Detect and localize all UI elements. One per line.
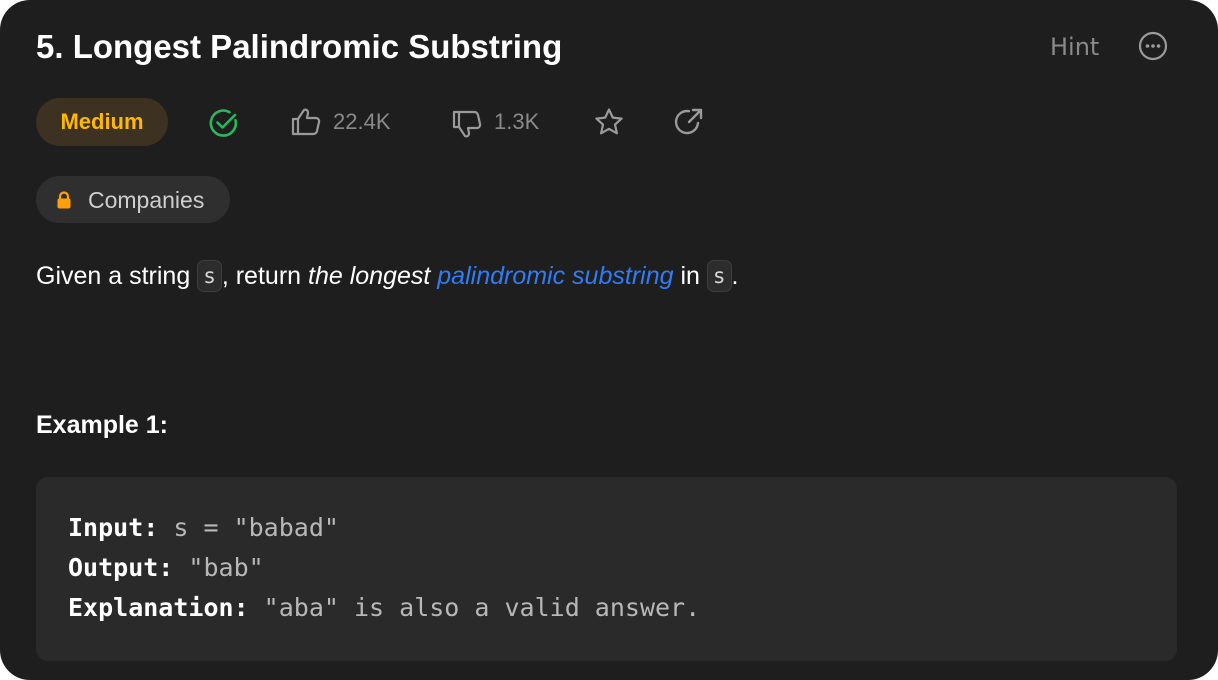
hint-button[interactable]: Hint — [1050, 32, 1099, 62]
desc-text: in — [673, 262, 707, 290]
more-options-icon[interactable] — [1138, 31, 1168, 61]
star-icon[interactable] — [593, 107, 625, 137]
inline-code: s — [706, 260, 732, 292]
example-explanation-line: Explanation: "aba" is also a valid answe… — [68, 591, 700, 625]
desc-emphasis: the longest — [308, 262, 431, 290]
problem-meta-row: Medium 22.4K 1.3K — [36, 98, 736, 146]
dislikes-count: 1.3K — [494, 109, 540, 134]
share-icon[interactable] — [674, 107, 706, 137]
desc-text: Given a string — [36, 262, 198, 290]
example-code-block: Input: s = "babad" Output: "bab" Explana… — [36, 477, 1177, 661]
explanation-label: Explanation: — [68, 593, 249, 622]
desc-text: . — [731, 262, 739, 290]
likes-count: 22.4K — [333, 109, 391, 134]
palindromic-substring-link[interactable]: palindromic substring — [437, 262, 673, 290]
lock-icon — [57, 191, 71, 209]
problem-title: 5. Longest Palindromic Substring — [36, 28, 563, 65]
problem-panel: 5. Longest Palindromic Substring Hint Me… — [0, 0, 1218, 680]
problem-description: Given a string s, return the longest pal… — [36, 256, 738, 296]
difficulty-badge[interactable]: Medium — [36, 98, 168, 146]
input-label: Input: — [68, 513, 159, 542]
output-value: "bab" — [173, 553, 264, 582]
desc-text: , return — [221, 262, 308, 290]
example-output-line: Output: "bab" — [68, 551, 264, 585]
thumbs-up-icon[interactable] — [290, 107, 322, 137]
example-title: Example 1: — [36, 411, 169, 439]
companies-label: Companies — [88, 187, 205, 213]
companies-tag[interactable]: Companies — [36, 176, 230, 223]
inline-code: s — [197, 260, 222, 292]
output-label: Output: — [68, 553, 174, 582]
input-value: s = "babad" — [158, 513, 339, 542]
solved-check-icon — [209, 109, 238, 137]
example-input-line: Input: s = "babad" — [68, 511, 339, 545]
thumbs-down-icon[interactable] — [451, 109, 483, 139]
explanation-value: "aba" is also a valid answer. — [248, 593, 701, 622]
